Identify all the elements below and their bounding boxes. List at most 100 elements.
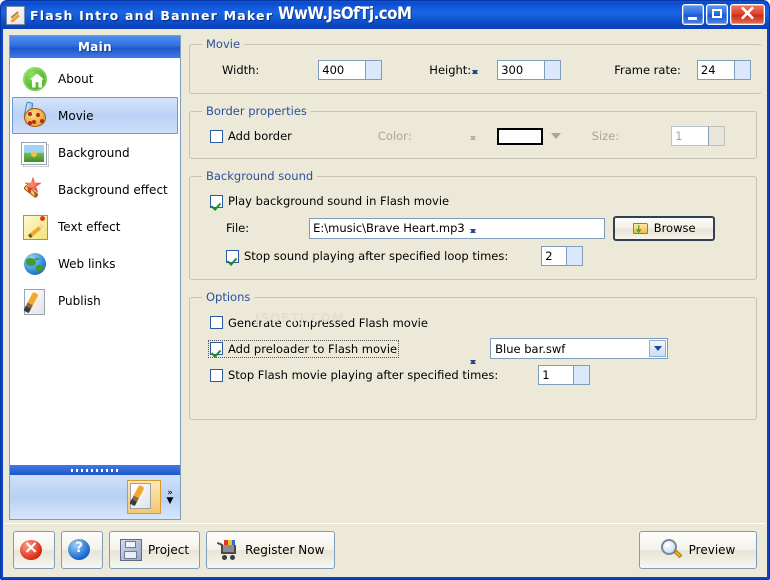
framerate-stepper[interactable]: 24 [696,60,751,80]
sidebar-splitter[interactable] [10,465,180,475]
sidebar-item-background-effect[interactable]: Background effect [12,171,178,208]
sidebar-item-movie[interactable]: Movie [12,97,178,134]
sidebar-item-text-effect[interactable]: Text effect [12,208,178,245]
background-sound-group: Background sound Play background sound i… [189,169,757,280]
chevron-down-icon[interactable] [550,133,561,139]
sidebar-item-about[interactable]: About [12,60,178,97]
pencil-page-icon [21,213,49,241]
chevron-down-icon: ▼ [166,496,174,506]
project-button[interactable]: Project [109,530,201,569]
app-window: Flash Intro and Banner Maker WwW.JsOfTj.… [0,0,770,580]
sound-group-legend: Background sound [206,169,314,183]
add-border-checkbox[interactable]: Add border [210,129,292,143]
compress-label: Generate compressed Flash movie [228,315,428,330]
border-group-legend: Border properties [206,104,307,118]
movie-group-legend: Movie [206,37,241,51]
height-input[interactable]: 300 [497,60,546,80]
sidebar-item-background[interactable]: Background [12,134,178,171]
play-sound-label: Play background sound in Flash movie [228,194,450,208]
preview-button-label: Preview [688,542,736,557]
body-area: Main About Movie Background Background e… [3,29,767,520]
exit-button[interactable] [13,530,55,569]
browse-button-label: Browse [653,221,696,235]
sidebar-item-label: Web links [58,256,116,271]
sidebar-item-label: Publish [58,293,101,308]
palette-icon [21,100,49,130]
sidebar-list: About Movie Background Background effect… [10,58,180,465]
border-size-input: 1 [671,126,710,146]
height-label: Height: [429,63,472,77]
options-group-legend: Options [206,290,251,304]
register-now-button[interactable]: Register Now [206,530,336,569]
checkbox-check-icon [210,342,223,355]
height-stepper[interactable]: 300 [497,60,562,80]
stop-sound-checkbox[interactable]: Stop sound playing after specified loop … [226,249,508,263]
magnifier-icon [660,538,683,561]
preview-button[interactable]: Preview [639,530,757,569]
checkbox-box-icon [210,316,223,329]
sidebar-item-label: Text effect [58,219,121,234]
publish-brush-icon[interactable] [127,480,161,514]
width-label: Width: [222,63,260,77]
movie-group: Movie Width: 400 Height: 300 Frame rate: [189,37,761,94]
globe-icon [21,250,49,278]
browse-button[interactable]: Browse [613,215,716,241]
maximize-button[interactable] [706,4,728,25]
preloader-label: Add preloader to Flash movie [228,341,398,356]
add-border-label: Add border [228,129,292,143]
title-bar: Flash Intro and Banner Maker WwW.JsOfTj.… [1,1,769,29]
border-size-label: Size: [591,129,620,143]
play-sound-checkbox[interactable]: Play background sound in Flash movie [210,194,449,208]
stop-times-input[interactable]: 1 [538,365,575,385]
home-icon [21,65,49,93]
loop-times-input[interactable]: 2 [541,246,568,266]
sidebar-footer: » ▼ [10,475,180,519]
app-pencil-icon [6,5,25,25]
checkbox-check-icon [210,194,223,208]
compress-checkbox[interactable]: Generate compressed Flash movie [210,316,428,330]
sidebar-item-label: About [58,71,94,86]
border-color-swatch[interactable] [496,127,543,145]
window-controls [682,1,765,26]
framerate-input[interactable]: 24 [696,60,735,80]
stop-sound-label: Stop sound playing after specified loop … [244,249,509,263]
settings-panel: Movie Width: 400 Height: 300 Frame rate: [187,35,761,520]
options-group: Options Generate compressed Flash movie … [189,290,757,420]
stop-times-label: Stop Flash movie playing after specified… [228,368,499,382]
close-button[interactable] [730,1,765,26]
preloader-select-value: Blue bar.swf [495,341,566,356]
publish-brush-icon [21,287,49,315]
register-button-label: Register Now [245,542,325,557]
photo-icon [21,139,49,167]
stop-times-stepper[interactable]: 1 [538,365,591,385]
border-properties-group: Border properties Add border Color: Size… [189,104,757,159]
sidebar-expand-button[interactable]: » ▼ [164,489,176,506]
client-area: Main About Movie Background Background e… [3,29,767,577]
sidebar: Main About Movie Background Background e… [9,35,181,520]
folder-icon [632,221,649,235]
width-stepper[interactable]: 400 [318,60,383,80]
bottom-toolbar: Project Register Now Preview [5,523,765,575]
splitter-grip-icon [71,468,119,472]
sound-file-input[interactable]: E:\music\Brave Heart.mp3 [309,217,606,239]
sidebar-item-web-links[interactable]: Web links [12,245,178,282]
border-size-stepper: 1 [671,126,726,146]
width-input[interactable]: 400 [318,60,367,80]
file-label: File: [226,221,250,235]
checkbox-box-icon [210,129,223,143]
minimize-button[interactable] [682,4,704,25]
shopping-cart-icon [216,539,239,560]
help-button[interactable] [61,530,103,569]
chevron-down-icon[interactable] [649,340,667,357]
question-mark-icon [68,539,90,560]
sidebar-item-label: Background [58,145,130,160]
sidebar-item-publish[interactable]: Publish [12,282,178,319]
preloader-select[interactable]: Blue bar.swf [490,338,669,359]
loop-times-stepper[interactable]: 2 [541,246,584,266]
sidebar-item-label: Movie [58,108,94,123]
checkbox-check-icon [226,249,239,263]
checkbox-box-icon [210,368,223,382]
sidebar-header: Main [10,36,180,58]
preloader-checkbox[interactable]: Add preloader to Flash movie [207,339,400,358]
stop-times-checkbox[interactable]: Stop Flash movie playing after specified… [210,368,498,382]
